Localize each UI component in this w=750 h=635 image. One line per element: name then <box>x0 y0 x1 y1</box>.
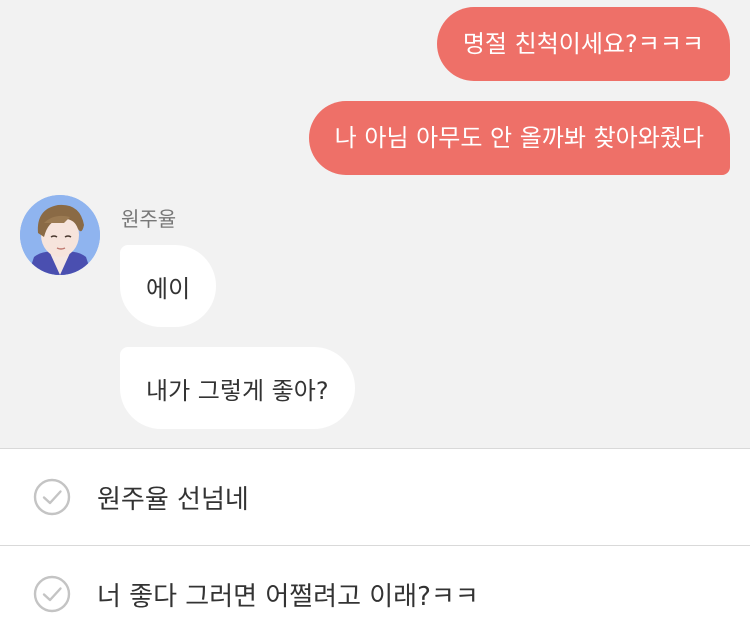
reply-options: 원주율 선넘네 너 좋다 그러면 어쩔려고 이래?ㅋㅋ <box>0 449 750 635</box>
character-portrait-icon <box>20 195 100 275</box>
message-text: 나 아님 아무도 안 올까봐 찾아와줬다 <box>334 124 704 152</box>
reply-option[interactable]: 너 좋다 그러면 어쩔려고 이래?ㅋㅋ <box>0 546 750 635</box>
reply-option-text: 너 좋다 그러면 어쩔려고 이래?ㅋㅋ <box>97 581 479 612</box>
outgoing-message: 명절 친척이세요?ㅋㅋㅋ <box>436 7 730 81</box>
chat-area: 명절 친척이세요?ㅋㅋㅋ 나 아님 아무도 안 올까봐 찾아와줬다 원주율 에이… <box>0 0 750 448</box>
outgoing-message: 나 아님 아무도 안 올까봐 찾아와줬다 <box>308 101 730 175</box>
sender-name: 원주율 <box>121 207 177 231</box>
message-text: 명절 친척이세요?ㅋㅋㅋ <box>462 30 704 58</box>
check-circle-icon <box>33 478 71 516</box>
check-circle-icon <box>33 575 71 613</box>
message-text: 내가 그렇게 좋아? <box>146 376 329 405</box>
incoming-message: 내가 그렇게 좋아? <box>120 347 355 429</box>
avatar[interactable] <box>20 195 100 275</box>
reply-option-text: 원주율 선넘네 <box>97 484 249 515</box>
reply-option[interactable]: 원주율 선넘네 <box>0 449 750 545</box>
message-text: 에이 <box>146 274 191 303</box>
incoming-message: 에이 <box>120 245 217 327</box>
